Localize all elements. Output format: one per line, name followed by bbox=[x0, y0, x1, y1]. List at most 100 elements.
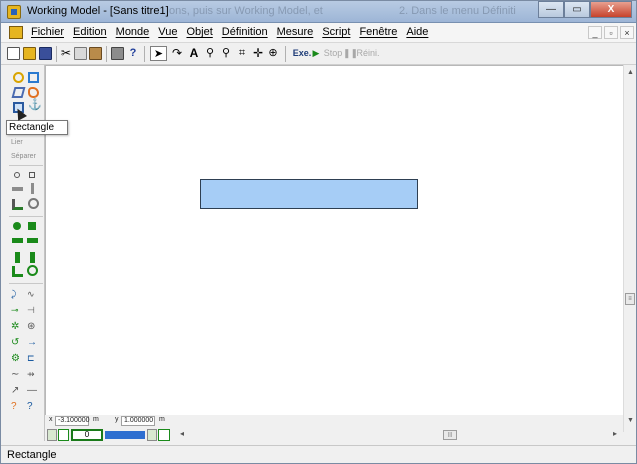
gear-icon[interactable]: ✲ bbox=[11, 321, 22, 332]
copy-icon[interactable] bbox=[74, 47, 87, 60]
line-icon[interactable]: — bbox=[27, 385, 38, 396]
close-button[interactable]: X bbox=[590, 1, 632, 18]
rotational-damper-icon[interactable]: ↺ bbox=[11, 337, 22, 348]
vertical-keyed-joint-icon[interactable] bbox=[30, 252, 35, 263]
curved-body-tool-icon[interactable] bbox=[28, 87, 39, 98]
damper-icon[interactable]: ⊣ bbox=[27, 305, 38, 316]
rotate-icon[interactable]: ↷ bbox=[171, 46, 183, 61]
scroll-down-icon[interactable]: ▼ bbox=[627, 417, 634, 424]
move-cross-icon[interactable]: ✛ bbox=[252, 46, 264, 61]
closed-slot-joint-icon[interactable] bbox=[27, 265, 38, 276]
new-file-icon[interactable] bbox=[7, 47, 20, 60]
vertical-slot-joint-icon[interactable] bbox=[15, 252, 20, 263]
horizontal-scroll-thumb[interactable]: ||| bbox=[443, 430, 457, 440]
menu-objet[interactable]: Objet bbox=[186, 26, 212, 38]
tape-progress[interactable] bbox=[105, 431, 145, 439]
polygon-tool-icon[interactable] bbox=[11, 87, 26, 98]
point-tool-icon[interactable] bbox=[14, 172, 20, 178]
menu-vue[interactable]: Vue bbox=[158, 26, 177, 38]
horizontal-slot-joint-icon[interactable] bbox=[12, 238, 23, 243]
context-help-icon[interactable]: ? bbox=[27, 401, 38, 412]
save-icon[interactable] bbox=[39, 47, 52, 60]
split-button[interactable]: Séparer bbox=[11, 153, 36, 160]
menu-mesure[interactable]: Mesure bbox=[277, 26, 314, 38]
select-arrow-icon[interactable]: ➤ bbox=[150, 46, 167, 61]
pin-joint-icon[interactable] bbox=[13, 222, 21, 230]
open-folder-icon[interactable] bbox=[23, 47, 36, 60]
workspace-canvas[interactable] bbox=[45, 65, 623, 415]
vertical-scrollbar[interactable]: ▲ ≡ ▼ bbox=[623, 65, 636, 432]
pulley-icon[interactable]: ⊛ bbox=[27, 321, 38, 332]
frame-counter[interactable]: 0 bbox=[71, 429, 103, 441]
y-coordinate-field[interactable]: 1.000000 bbox=[121, 416, 155, 426]
slot-vertical-icon[interactable] bbox=[31, 183, 34, 194]
run-button[interactable]: Exe. bbox=[291, 46, 313, 61]
x-unit-label: m bbox=[93, 416, 99, 423]
reset-button[interactable]: Réini. bbox=[355, 46, 381, 61]
hand-pan-icon[interactable]: ⌗ bbox=[236, 46, 248, 61]
status-bar: Rectangle bbox=[1, 445, 636, 463]
motor-icon[interactable]: ⚙ bbox=[11, 353, 22, 364]
document-icon[interactable] bbox=[9, 26, 23, 39]
rewind-start-icon[interactable] bbox=[47, 429, 57, 441]
help-icon[interactable]: ? bbox=[128, 46, 138, 61]
rigid-joint-icon[interactable] bbox=[28, 222, 36, 230]
maximize-button[interactable]: ▭ bbox=[564, 1, 590, 18]
document-restore-button[interactable]: ▫ bbox=[604, 26, 618, 39]
linear-actuator-icon[interactable]: ⊏ bbox=[27, 353, 38, 364]
torque-icon[interactable]: ∼ bbox=[11, 369, 22, 380]
paste-icon[interactable] bbox=[89, 47, 102, 60]
step-back-icon[interactable] bbox=[147, 429, 157, 441]
palette-separator bbox=[9, 216, 43, 217]
rectangle-body[interactable] bbox=[200, 179, 418, 209]
vertical-scroll-thumb[interactable]: ≡ bbox=[625, 293, 635, 305]
zoom-out-icon[interactable]: ⚲ bbox=[220, 46, 232, 61]
step-forward-icon[interactable] bbox=[158, 429, 170, 441]
menu-edition[interactable]: Edition bbox=[73, 26, 107, 38]
coordinate-bar: x -3.100000 m y 1.000000 m bbox=[45, 415, 623, 428]
cut-icon[interactable]: ✂ bbox=[61, 46, 71, 61]
zoom-in-icon[interactable]: ⚲ bbox=[204, 46, 216, 61]
x-coordinate-field[interactable]: -3.100000 bbox=[55, 416, 90, 426]
actuator-icon[interactable]: → bbox=[27, 337, 38, 348]
anchor-tool-icon[interactable]: ⊕ bbox=[267, 46, 279, 61]
closed-slot-icon[interactable] bbox=[28, 198, 39, 209]
force-icon[interactable]: ⇸ bbox=[27, 369, 38, 380]
slot-horizontal-icon[interactable] bbox=[12, 187, 23, 191]
menu-fichier[interactable]: Fichier bbox=[31, 26, 64, 38]
curved-slot-icon[interactable] bbox=[12, 199, 23, 210]
join-button[interactable]: Lier bbox=[11, 139, 23, 146]
menu-script[interactable]: Script bbox=[322, 26, 350, 38]
rope-icon[interactable]: ⤸ bbox=[11, 289, 22, 300]
circle-tool-icon[interactable] bbox=[13, 72, 24, 83]
menu-monde[interactable]: Monde bbox=[116, 26, 150, 38]
app-icon[interactable] bbox=[7, 5, 21, 19]
menu-bar: Fichier Edition Monde Vue Objet Définiti… bbox=[1, 23, 636, 43]
title-bar: Working Model - [Sans titre1] ons, puis … bbox=[1, 1, 636, 23]
scroll-up-icon[interactable]: ▲ bbox=[627, 69, 634, 76]
stop-button[interactable]: Stop bbox=[323, 46, 343, 61]
text-tool-button[interactable]: A bbox=[188, 46, 200, 61]
spring-icon[interactable]: ∿ bbox=[27, 289, 38, 300]
scroll-left-icon[interactable]: ◂ bbox=[180, 429, 184, 438]
menu-definition[interactable]: Définition bbox=[222, 26, 268, 38]
help-question-icon[interactable]: ? bbox=[11, 401, 22, 412]
menu-fenetre[interactable]: Fenêtre bbox=[359, 26, 397, 38]
minimize-button[interactable]: — bbox=[538, 1, 564, 18]
document-close-button[interactable]: × bbox=[620, 26, 634, 39]
rotational-spring-icon[interactable]: ⊸ bbox=[11, 305, 22, 316]
toolbar-separator bbox=[56, 46, 57, 62]
x-coordinate-label: x bbox=[49, 416, 53, 423]
scroll-right-icon[interactable]: ▸ bbox=[613, 429, 617, 438]
play-icon[interactable] bbox=[58, 429, 69, 441]
document-minimize-button[interactable]: _ bbox=[588, 26, 602, 39]
menu-aide[interactable]: Aide bbox=[406, 26, 428, 38]
document-window-controls: _ ▫ × bbox=[588, 26, 634, 39]
anchor-icon[interactable]: ⚓ bbox=[28, 100, 42, 111]
square-point-tool-icon[interactable] bbox=[29, 172, 35, 178]
square-tool-icon[interactable] bbox=[28, 72, 39, 83]
print-icon[interactable] bbox=[111, 47, 124, 60]
keyed-slot-joint-icon[interactable] bbox=[27, 238, 38, 243]
curve-icon[interactable]: ↗ bbox=[11, 385, 22, 396]
curved-slot-joint-icon[interactable] bbox=[12, 266, 23, 277]
